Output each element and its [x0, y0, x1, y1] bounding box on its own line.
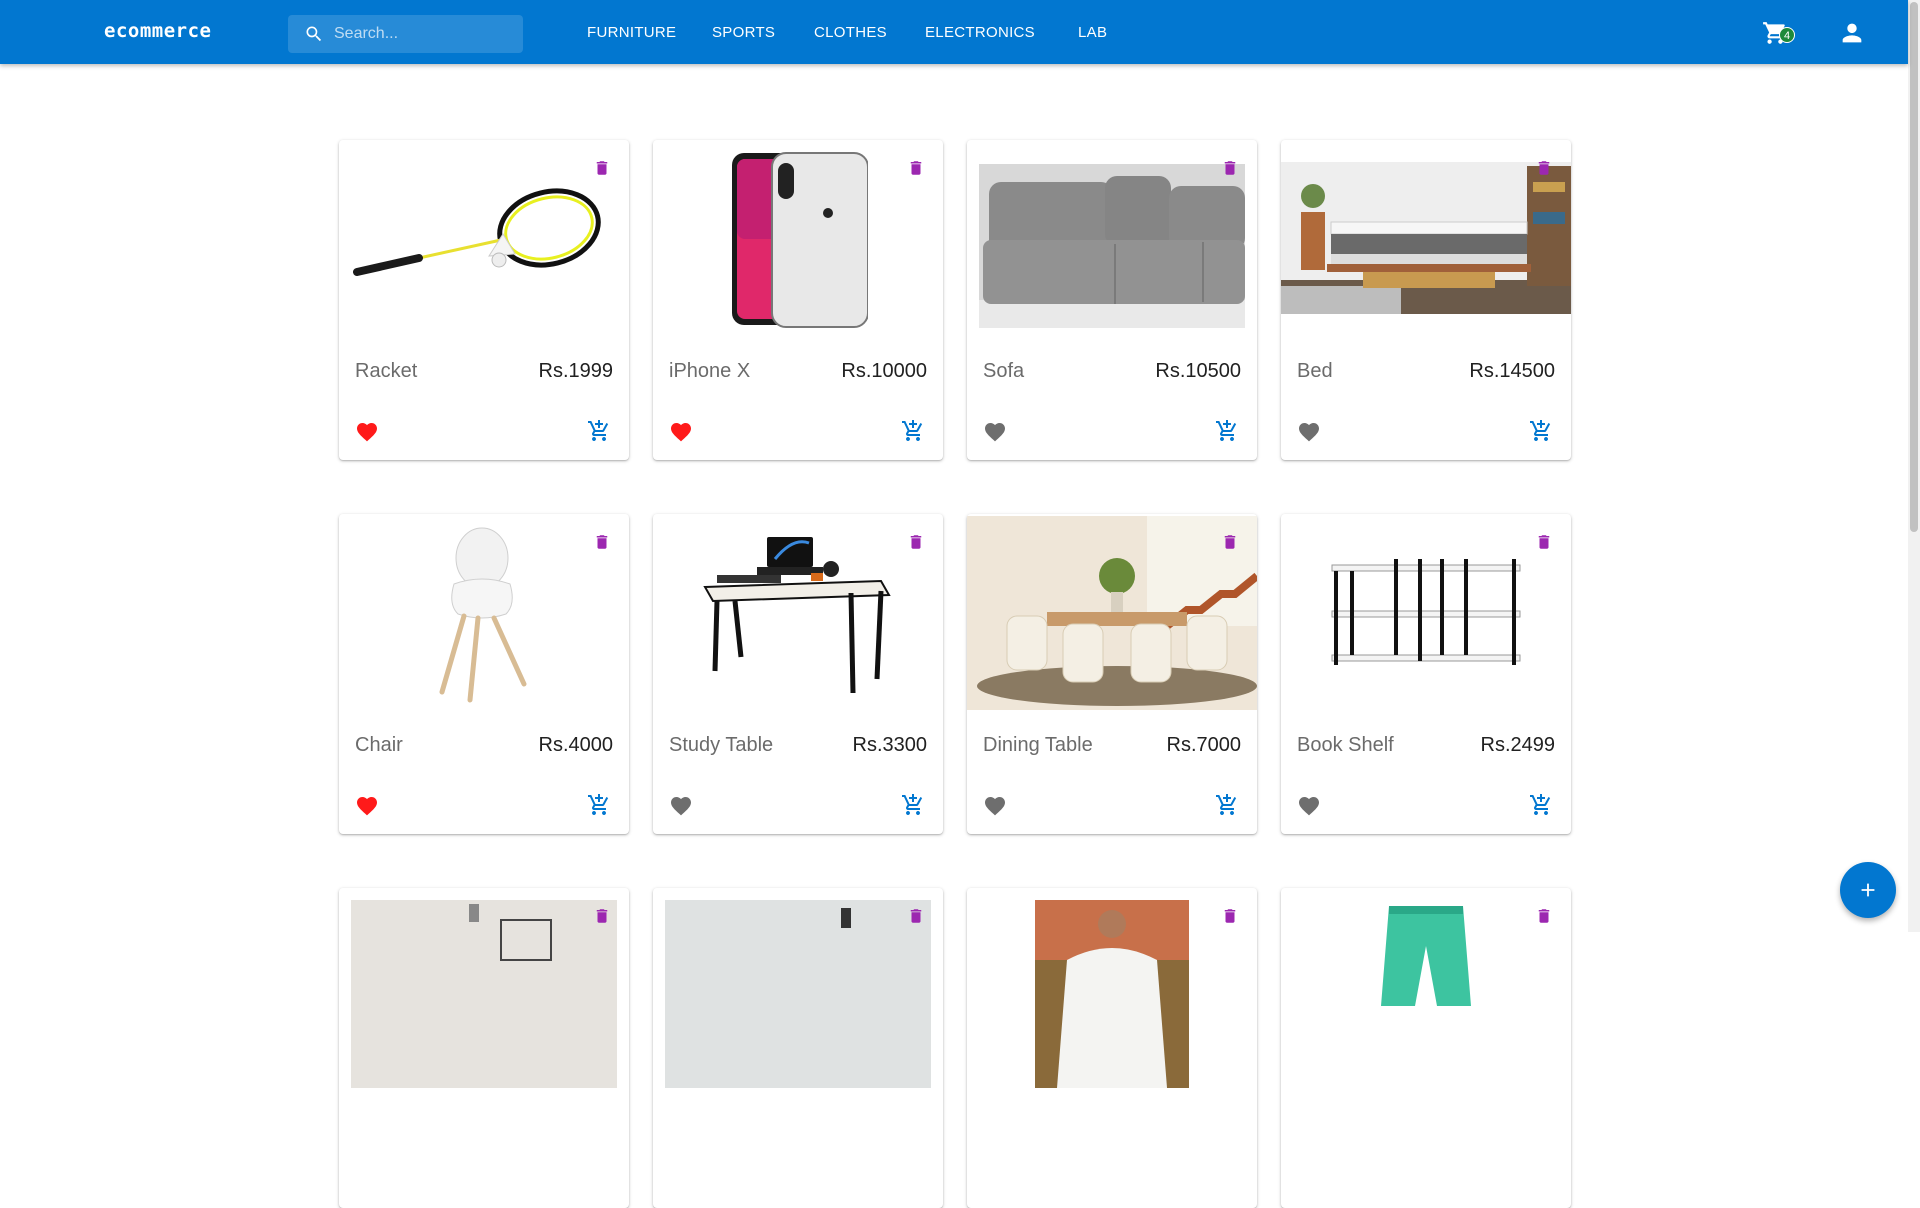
nav-lab[interactable]: LAB — [1078, 24, 1107, 41]
search-icon — [306, 26, 322, 42]
top-app-bar: ecommerce FURNITURE SPORTS CLOTHES ELECT… — [0, 0, 1908, 64]
heart-icon[interactable] — [355, 420, 379, 444]
product-name: Bed — [1297, 360, 1333, 382]
trash-icon[interactable] — [907, 532, 925, 552]
add-shopping-cart-icon[interactable] — [1215, 793, 1239, 817]
account-icon — [1842, 23, 1862, 43]
heart-icon[interactable] — [983, 420, 1007, 444]
trash-icon[interactable] — [593, 532, 611, 552]
product-image-bed[interactable] — [1281, 140, 1571, 340]
scrollbar-thumb[interactable] — [1910, 2, 1918, 532]
trash-icon[interactable] — [1535, 158, 1553, 178]
add-shopping-cart-icon[interactable] — [1215, 419, 1239, 443]
trash-icon[interactable] — [593, 158, 611, 178]
trash-icon[interactable] — [1535, 532, 1553, 552]
product-name: Racket — [355, 360, 418, 382]
trash-icon[interactable] — [907, 906, 925, 926]
heart-icon[interactable] — [669, 420, 693, 444]
product-image-book-shelf[interactable] — [1281, 514, 1571, 714]
product-price: Rs.10000 — [841, 360, 927, 382]
add-shopping-cart-icon[interactable] — [587, 419, 611, 443]
product-name: Sofa — [983, 360, 1025, 382]
product-card[interactable]: iPhone X Rs.10000 — [653, 140, 943, 460]
product-card[interactable]: Dining Table Rs.7000 — [967, 514, 1257, 834]
add-shopping-cart-icon[interactable] — [901, 419, 925, 443]
nav-sports[interactable]: SPORTS — [712, 24, 775, 41]
product-price: Rs.1999 — [538, 360, 614, 382]
nav-electronics[interactable]: ELECTRONICS — [925, 24, 1035, 41]
product-card[interactable] — [967, 888, 1257, 1208]
product-image-shirt[interactable] — [967, 888, 1257, 1088]
product-image-study-table[interactable] — [653, 514, 943, 714]
product-name: iPhone X — [669, 360, 751, 382]
product-card[interactable] — [339, 888, 629, 1208]
product-name: Dining Table — [983, 734, 1093, 756]
heart-icon[interactable] — [1297, 794, 1321, 818]
product-card[interactable]: Study Table Rs.3300 — [653, 514, 943, 834]
cart-button[interactable]: 4 — [1762, 20, 1795, 46]
product-card[interactable] — [1281, 888, 1571, 1208]
product-card[interactable]: Sofa Rs.10500 — [967, 140, 1257, 460]
product-card[interactable]: Racket Rs.1999 — [339, 140, 629, 460]
trash-icon[interactable] — [1221, 532, 1239, 552]
product-name: Book Shelf — [1297, 734, 1394, 756]
product-price: Rs.10500 — [1155, 360, 1241, 382]
product-card[interactable]: Bed Rs.14500 — [1281, 140, 1571, 460]
product-image-racket[interactable] — [339, 140, 629, 340]
product-price: Rs.2499 — [1480, 734, 1556, 756]
product-image-chair[interactable] — [339, 514, 629, 714]
product-price: Rs.14500 — [1469, 360, 1555, 382]
add-shopping-cart-icon[interactable] — [901, 793, 925, 817]
heart-icon[interactable] — [983, 794, 1007, 818]
add-product-button[interactable] — [1840, 862, 1896, 918]
product-image-sofa[interactable] — [967, 140, 1257, 340]
page-scrollbar[interactable] — [1908, 0, 1920, 932]
product-image-room2[interactable] — [653, 888, 943, 1088]
trash-icon[interactable] — [593, 906, 611, 926]
product-name: Chair — [355, 734, 403, 756]
product-image-dining-table[interactable] — [967, 514, 1257, 714]
account-button[interactable] — [1838, 19, 1866, 52]
add-shopping-cart-icon[interactable] — [587, 793, 611, 817]
trash-icon[interactable] — [1221, 906, 1239, 926]
heart-icon[interactable] — [355, 794, 379, 818]
brand-logo[interactable]: ecommerce — [104, 20, 211, 42]
plus-icon — [1861, 883, 1875, 897]
search-input[interactable] — [334, 25, 514, 43]
search-box[interactable] — [288, 15, 523, 53]
add-shopping-cart-icon[interactable] — [1529, 793, 1553, 817]
product-price: Rs.7000 — [1166, 734, 1242, 756]
heart-icon[interactable] — [669, 794, 693, 818]
nav-clothes[interactable]: CLOTHES — [814, 24, 887, 41]
product-name: Study Table — [669, 734, 774, 756]
trash-icon[interactable] — [1535, 906, 1553, 926]
product-image-iphone[interactable] — [653, 140, 943, 340]
product-image-shorts[interactable] — [1281, 888, 1571, 1088]
product-card[interactable] — [653, 888, 943, 1208]
product-grid: Racket Rs.1999 iPhone X Rs.10000 Sofa Rs… — [339, 140, 1571, 1208]
add-shopping-cart-icon[interactable] — [1529, 419, 1553, 443]
trash-icon[interactable] — [1221, 158, 1239, 178]
product-image-room[interactable] — [339, 888, 629, 1088]
trash-icon[interactable] — [907, 158, 925, 178]
product-card[interactable]: Book Shelf Rs.2499 — [1281, 514, 1571, 834]
product-card[interactable]: Chair Rs.4000 — [339, 514, 629, 834]
product-price: Rs.3300 — [852, 734, 928, 756]
heart-icon[interactable] — [1297, 420, 1321, 444]
product-price: Rs.4000 — [538, 734, 614, 756]
nav-furniture[interactable]: FURNITURE — [587, 24, 676, 41]
cart-count-badge: 4 — [1779, 27, 1795, 43]
